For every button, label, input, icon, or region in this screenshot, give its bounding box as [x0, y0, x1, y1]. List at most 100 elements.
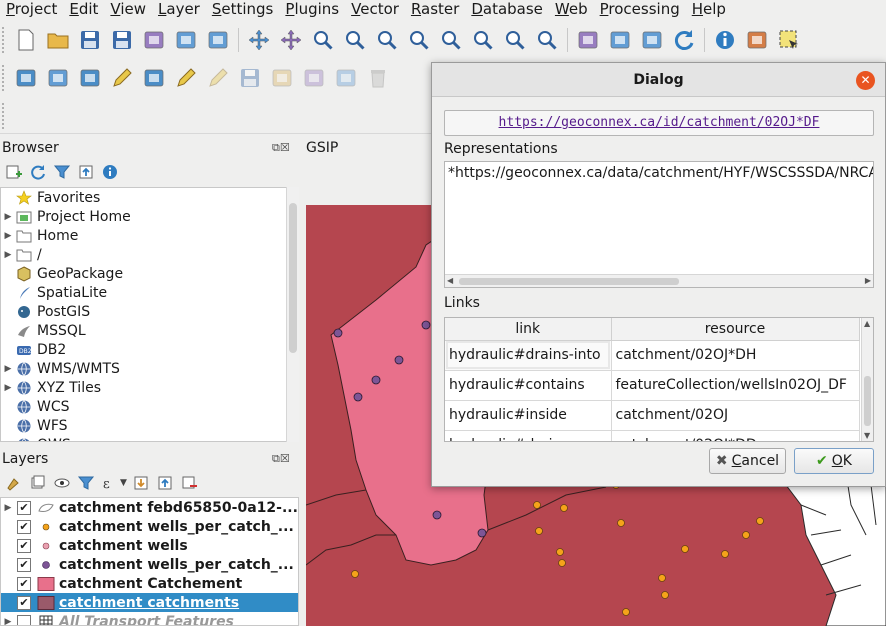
pan-icon[interactable] — [246, 27, 272, 53]
menu-layer[interactable]: Layer — [152, 0, 206, 20]
link-cell[interactable]: hydraulic#inside — [445, 400, 612, 431]
toggle-editing-icon[interactable] — [205, 65, 231, 91]
modify-attributes-icon[interactable] — [333, 65, 359, 91]
expression-filter-icon[interactable]: ε — [100, 473, 120, 493]
scroll-left-icon[interactable]: ◀ — [447, 275, 453, 287]
layer-row[interactable]: ✔ catchment wells_per_catch_... — [1, 555, 298, 574]
open-project-icon[interactable] — [45, 27, 71, 53]
browser-item-geopackage[interactable]: GeoPackage — [1, 264, 298, 283]
zoom-native-icon[interactable] — [374, 27, 400, 53]
menu-database[interactable]: Database — [465, 0, 549, 20]
links-table-vscrollbar[interactable]: ▲ ▼ — [861, 318, 873, 441]
representations-hscrollbar[interactable]: ◀ ▶ — [445, 274, 873, 287]
table-row[interactable]: hydraulic#inside catchment/02OJ — [445, 400, 860, 431]
browser-item-home[interactable]: ▶ Home — [1, 226, 298, 245]
new-project-icon[interactable] — [13, 27, 39, 53]
layer-visibility-checkbox[interactable]: ✔ — [17, 576, 31, 591]
data-source-manager-icon[interactable] — [13, 65, 39, 91]
menu-settings[interactable]: Settings — [206, 0, 280, 20]
scroll-right-icon[interactable]: ▶ — [865, 275, 871, 287]
new-geopackage-layer-icon[interactable] — [45, 65, 71, 91]
zoom-to-selection-icon[interactable] — [438, 27, 464, 53]
cancel-button[interactable]: ✖ Cancel — [709, 448, 786, 474]
new-print-layout-icon[interactable] — [141, 27, 167, 53]
zoom-out-icon[interactable] — [342, 27, 368, 53]
browser-item-wcs[interactable]: WCS — [1, 397, 298, 416]
dialog-close-button[interactable]: ✕ — [856, 71, 875, 90]
add-selected-layers-icon[interactable] — [4, 162, 24, 182]
identify-icon[interactable] — [712, 27, 738, 53]
resource-column-header[interactable]: resource — [611, 318, 860, 341]
save-project-icon[interactable] — [77, 27, 103, 53]
resource-cell[interactable]: featureCollection/wellsIn02OJ_DF — [611, 370, 860, 401]
run-action-icon[interactable] — [744, 27, 770, 53]
menu-vector[interactable]: Vector — [345, 0, 405, 20]
expand-arrow-icon[interactable]: ▶ — [1, 617, 15, 626]
add-feature-icon[interactable] — [269, 65, 295, 91]
filter-legend-icon[interactable] — [76, 473, 96, 493]
refresh-icon[interactable] — [671, 27, 697, 53]
scroll-down-icon[interactable]: ▼ — [864, 431, 870, 440]
browser-panel-controls[interactable]: ⧉☒ — [272, 141, 290, 155]
link-cell[interactable]: hydraulic#drains-into — [445, 340, 612, 371]
remove-layer-icon[interactable] — [179, 473, 199, 493]
edits-icon[interactable] — [173, 65, 199, 91]
browser-scrollbar[interactable] — [286, 187, 299, 442]
collapse-all-layers-icon[interactable] — [155, 473, 175, 493]
table-row[interactable]: hydraulic#drains-into catchment/02OJ*DH — [445, 340, 860, 371]
new-map-view-icon[interactable] — [575, 27, 601, 53]
menu-plugins[interactable]: Plugins — [279, 0, 345, 20]
zoom-last-icon[interactable] — [502, 27, 528, 53]
expand-all-icon[interactable] — [131, 473, 151, 493]
layer-row[interactable]: ✔ catchment catchments — [1, 593, 298, 612]
zoom-full-icon[interactable] — [406, 27, 432, 53]
table-row[interactable]: hydraulic#drainscatchment/02OJ*DD — [445, 430, 860, 441]
expand-arrow-icon[interactable]: ▶ — [1, 250, 15, 260]
expand-arrow-icon[interactable]: ▶ — [1, 440, 15, 442]
collapse-all-icon[interactable] — [76, 162, 96, 182]
toolbar-handle[interactable] — [2, 65, 8, 91]
layer-visibility-checkbox[interactable]: ✔ — [17, 500, 31, 515]
zoom-to-layer-icon[interactable] — [470, 27, 496, 53]
links-table-scrollbar-thumb[interactable] — [864, 376, 871, 426]
browser-item-mssql[interactable]: MSSQL — [1, 321, 298, 340]
show-bookmarks-icon[interactable] — [639, 27, 665, 53]
layers-panel-controls[interactable]: ⧉☒ — [272, 452, 290, 466]
layer-visibility-checkbox[interactable]: ✔ — [17, 538, 31, 553]
zoom-in-icon[interactable] — [310, 27, 336, 53]
link-cell[interactable]: hydraulic#drains — [445, 430, 612, 441]
expand-arrow-icon[interactable]: ▶ — [1, 212, 15, 222]
toolbar-handle[interactable] — [2, 27, 8, 53]
ok-button[interactable]: ✔ OK — [794, 448, 874, 474]
browser-item-wfs[interactable]: WFS — [1, 416, 298, 435]
layer-row[interactable]: ✔ catchment wells — [1, 536, 298, 555]
digitize-icon[interactable] — [109, 65, 135, 91]
new-shapefile-layer-icon[interactable] — [77, 65, 103, 91]
delete-selected-icon[interactable] — [365, 65, 391, 91]
add-group-icon[interactable] — [28, 473, 48, 493]
chevron-down-icon[interactable]: ▼ — [120, 478, 127, 488]
resource-cell[interactable]: catchment/02OJ*DD — [611, 430, 860, 441]
browser-item-favorites[interactable]: Favorites — [1, 188, 298, 207]
menu-edit[interactable]: Edit — [63, 0, 104, 20]
resource-cell[interactable]: catchment/02OJ — [611, 400, 860, 431]
expand-arrow-icon[interactable]: ▶ — [1, 383, 15, 393]
resource-cell[interactable]: catchment/02OJ*DH — [611, 340, 860, 371]
browser-item-root[interactable]: ▶ / — [1, 245, 298, 264]
layer-visibility-checkbox[interactable]: ✔ — [17, 557, 31, 572]
browser-scrollbar-thumb[interactable] — [289, 203, 297, 353]
scroll-up-icon[interactable]: ▲ — [864, 319, 870, 328]
expand-arrow-icon[interactable]: ▶ — [1, 503, 15, 513]
style-manager-icon[interactable] — [205, 27, 231, 53]
browser-item-spatialite[interactable]: SpatiaLite — [1, 283, 298, 302]
browser-item-xyz-tiles[interactable]: ▶ XYZ Tiles — [1, 378, 298, 397]
toolbar-handle[interactable] — [2, 102, 8, 129]
feature-link-button[interactable]: https://geoconnex.ca/id/catchment/02OJ*D… — [444, 110, 874, 136]
menu-raster[interactable]: Raster — [405, 0, 465, 20]
browser-item-postgis[interactable]: PostGIS — [1, 302, 298, 321]
representations-textbox[interactable]: *https://geoconnex.ca/data/catchment/HYF… — [444, 161, 874, 288]
link-cell[interactable]: hydraulic#contains — [445, 370, 612, 401]
pan-to-selection-icon[interactable] — [278, 27, 304, 53]
table-row[interactable]: hydraulic#contains featureCollection/well… — [445, 370, 860, 401]
dialog-titlebar[interactable]: Dialog — [432, 63, 885, 97]
